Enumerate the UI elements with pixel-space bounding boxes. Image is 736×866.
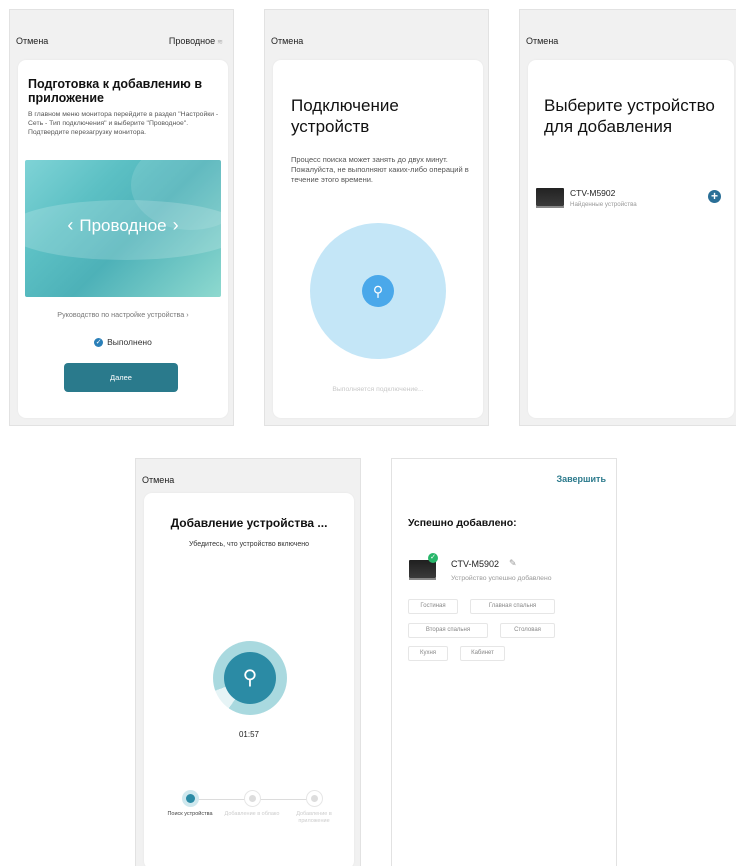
- connection-status: Выполняется подключение...: [332, 386, 424, 393]
- device-list-card: Выберите устройство для добавления CTV-M…: [528, 60, 734, 418]
- step-search: Поиск устройства: [162, 790, 218, 818]
- page-title: Подключение устройств: [291, 96, 399, 136]
- device-status: Устройство успешно добавлено: [451, 575, 552, 582]
- device-name: CTV-M5902: [570, 188, 616, 198]
- subtitle: Убедитесь, что устройство включено: [189, 541, 309, 548]
- next-button[interactable]: Далее: [64, 363, 178, 392]
- screen-success: Завершить Успешно добавлено: ✓ CTV-M5902…: [391, 458, 617, 866]
- connection-type-banner: ‹ Проводное ›: [25, 160, 221, 297]
- instructions-text: Процесс поиска может занять до двух мину…: [291, 155, 469, 184]
- check-icon: ✓: [94, 338, 104, 348]
- screen-connecting: Отмена Подключение устройств Процесс пои…: [264, 9, 489, 426]
- setup-guide-label: Руководство по настройке устройства: [57, 310, 185, 319]
- step-indicator: [243, 790, 261, 807]
- search-icon: ⚲: [362, 275, 394, 307]
- finish-button[interactable]: Завершить: [556, 474, 606, 484]
- progress-steps: Поиск устройства Добавление в облако Доб…: [162, 790, 342, 850]
- chevron-right-icon: ›: [186, 310, 189, 319]
- cancel-button[interactable]: Отмена: [526, 36, 558, 46]
- step-label: Поиск устройства: [167, 811, 213, 817]
- add-device-button[interactable]: +: [708, 190, 721, 203]
- room-tag[interactable]: Кабинет: [460, 646, 505, 661]
- search-icon: ⚲: [224, 652, 276, 704]
- preparation-card: Подготовка к добавлению в приложение В г…: [18, 60, 228, 418]
- room-tag[interactable]: Гостиная: [408, 599, 458, 614]
- step-cloud: Добавление в облако: [224, 790, 280, 818]
- step-app: Добавление в приложение: [286, 790, 342, 825]
- room-tag[interactable]: Главная спальня: [470, 599, 555, 614]
- page-title: Успешно добавлено:: [408, 517, 517, 529]
- setup-guide-link[interactable]: Руководство по настройке устройства ›: [18, 310, 228, 319]
- page-title: Подготовка к добавлению в приложение: [28, 77, 202, 105]
- monitor-stand: [409, 578, 436, 580]
- banner-label: Проводное: [79, 216, 167, 235]
- step-label: Добавление в приложение: [296, 811, 332, 824]
- connecting-card: Подключение устройств Процесс поиска мож…: [273, 60, 483, 418]
- network-type-selector[interactable]: Проводное ≋: [169, 36, 223, 46]
- step-label: Добавление в облако: [224, 811, 280, 817]
- room-tag[interactable]: Столовая: [500, 623, 555, 638]
- done-label: Выполнено: [107, 337, 152, 347]
- page-title: Добавление устройства ...: [170, 516, 328, 530]
- room-tag[interactable]: Кухня: [408, 646, 448, 661]
- search-animation: ⚲: [310, 223, 446, 359]
- screen-preparation: Отмена Проводное ≋ Подготовка к добавлени…: [9, 9, 234, 426]
- room-tag[interactable]: Вторая спальня: [408, 623, 488, 638]
- wifi-icon: ≋: [217, 39, 223, 46]
- cancel-button[interactable]: Отмена: [16, 36, 48, 46]
- banner-carousel: ‹ Проводное ›: [25, 215, 221, 236]
- network-type-label: Проводное: [168, 36, 216, 46]
- cancel-button[interactable]: Отмена: [271, 36, 303, 46]
- device-status: Найденные устройства: [570, 201, 637, 208]
- monitor-icon: [536, 188, 564, 206]
- edit-pencil-icon[interactable]: ✎: [509, 558, 517, 569]
- device-name: CTV-M5902: [451, 559, 500, 569]
- instructions-text: В главном меню монитора перейдите в разд…: [28, 111, 219, 136]
- chevron-right-icon[interactable]: ›: [173, 215, 179, 235]
- step-indicator: [305, 790, 323, 807]
- cancel-button[interactable]: Отмена: [142, 475, 174, 485]
- countdown-timer: 01:57: [238, 730, 260, 739]
- screen-select-device: Отмена Выберите устройство для добавлени…: [519, 9, 736, 426]
- monitor-stand: [536, 206, 564, 208]
- page-title: Выберите устройство для добавления: [544, 96, 715, 136]
- step-indicator: [181, 790, 199, 807]
- progress-ring: ⚲: [213, 641, 287, 715]
- chevron-left-icon[interactable]: ‹: [67, 215, 73, 235]
- done-checkbox[interactable]: ✓ Выполнено: [18, 337, 228, 348]
- success-check-icon: ✓: [428, 553, 438, 563]
- adding-card: Добавление устройства ... Убедитесь, что…: [144, 493, 354, 866]
- screen-adding-device: Отмена Добавление устройства ... Убедите…: [135, 458, 361, 866]
